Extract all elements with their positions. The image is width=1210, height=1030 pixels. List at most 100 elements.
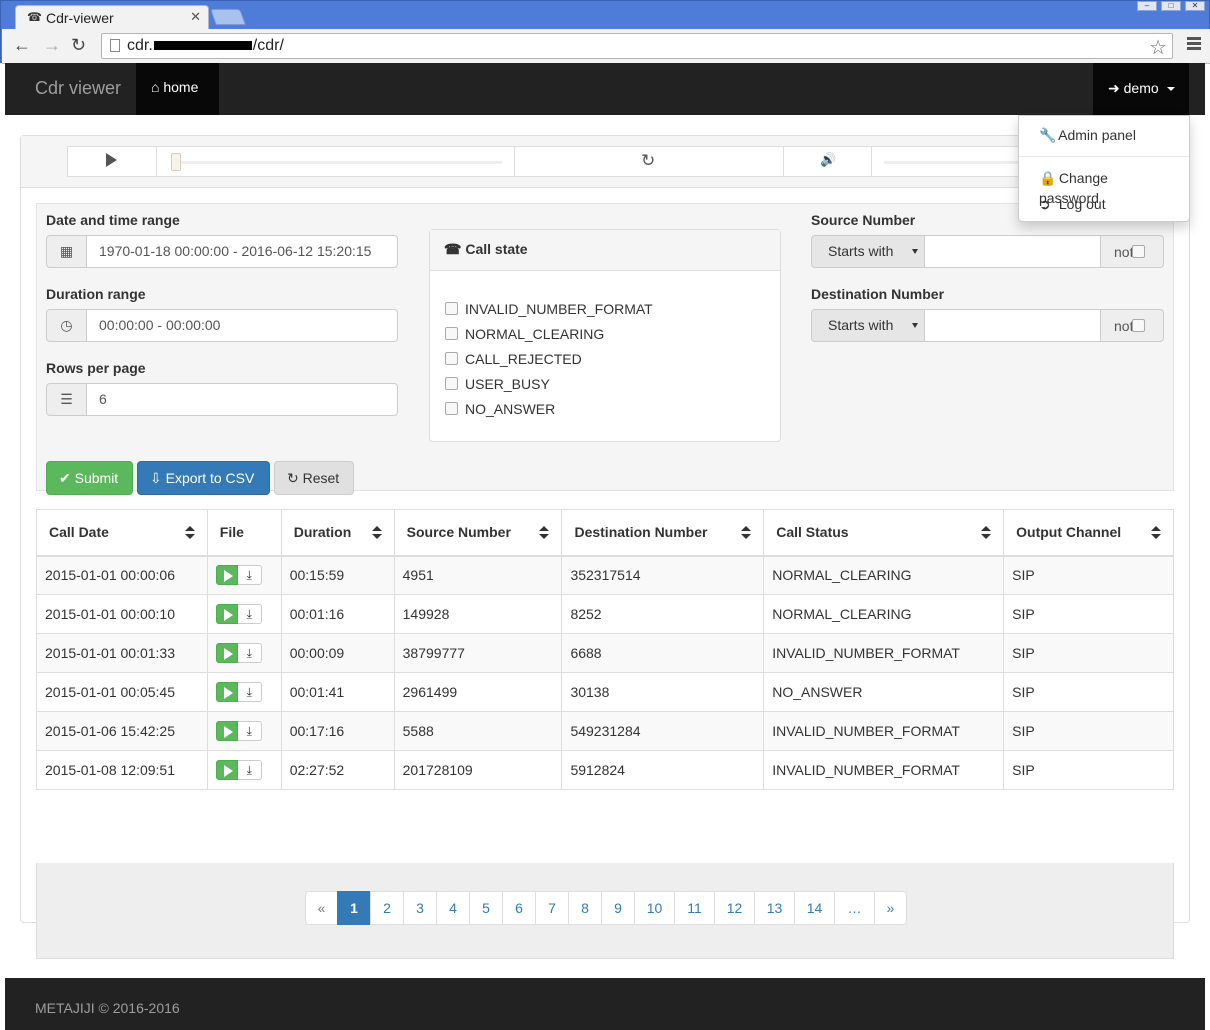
new-tab-button[interactable] xyxy=(210,9,246,25)
page-link[interactable]: 5 xyxy=(469,891,503,925)
minimize-icon[interactable]: – xyxy=(1137,1,1157,11)
loop-button[interactable]: ↻ xyxy=(514,146,784,177)
redacted-domain xyxy=(153,41,252,51)
export-icon: ⇩ xyxy=(150,470,162,486)
play-button[interactable] xyxy=(67,146,157,177)
sort-icon xyxy=(1151,526,1161,540)
user-menu-toggle[interactable]: ➜ demo xyxy=(1093,63,1189,115)
destination-not-toggle[interactable]: not xyxy=(1101,309,1164,342)
call-state-option[interactable]: USER_BUSY xyxy=(445,371,780,396)
call-state-option[interactable]: NORMAL_CLEARING xyxy=(445,321,780,346)
browser-tab[interactable]: ☎ Cdr-viewer ✕ xyxy=(15,5,209,29)
back-icon[interactable]: ← xyxy=(13,35,31,56)
col-output-channel[interactable]: Output Channel xyxy=(1003,509,1174,557)
page-link[interactable]: 9 xyxy=(601,891,635,925)
download-icon[interactable]: ⤓ xyxy=(237,604,262,624)
export-csv-button[interactable]: ⇩ Export to CSV xyxy=(137,461,270,495)
page-ellipsis[interactable]: … xyxy=(834,891,875,925)
destination-match-select[interactable]: Starts with xyxy=(811,309,925,342)
download-icon[interactable]: ⤓ xyxy=(237,643,262,663)
duration-range-input[interactable]: 00:00:00 - 00:00:00 xyxy=(87,309,398,342)
col-call-status[interactable]: Call Status xyxy=(763,509,1005,557)
bookmark-star-icon[interactable]: ☆ xyxy=(1149,35,1167,60)
download-icon[interactable]: ⤓ xyxy=(237,760,262,780)
source-number-input[interactable] xyxy=(925,235,1101,268)
play-recording-icon[interactable] xyxy=(215,760,238,780)
play-recording-icon[interactable] xyxy=(215,643,238,663)
nav-home[interactable]: ⌂ home xyxy=(136,63,219,115)
volume-icon: 🔊 xyxy=(820,152,837,167)
page-prev[interactable]: « xyxy=(305,891,338,925)
call-state-option[interactable]: NO_ANSWER xyxy=(445,396,780,421)
col-destination-number[interactable]: Destination Number xyxy=(561,509,765,557)
page-link[interactable]: 2 xyxy=(370,891,404,925)
page-link[interactable]: 3 xyxy=(403,891,437,925)
play-recording-icon[interactable] xyxy=(215,604,238,624)
calendar-icon: ▦ xyxy=(46,235,87,268)
seek-bar[interactable] xyxy=(156,146,515,177)
menu-item-log-out[interactable]: ➲ Log out xyxy=(1019,194,1189,216)
page-link[interactable]: 11 xyxy=(674,891,715,925)
submit-button[interactable]: ✔ Submit xyxy=(46,461,133,495)
nav-home-label: home xyxy=(163,79,199,95)
source-not-toggle[interactable]: not xyxy=(1101,235,1164,268)
page-link-active[interactable]: 1 xyxy=(337,891,371,925)
reset-button[interactable]: ↻ Reset xyxy=(274,461,354,495)
maximize-icon[interactable]: □ xyxy=(1161,1,1181,11)
brand[interactable]: Cdr viewer xyxy=(35,78,121,99)
cell-status: NO_ANSWER xyxy=(763,672,1005,712)
menu-item-change-password[interactable]: 🔒 Change password xyxy=(1019,168,1189,206)
play-recording-icon[interactable] xyxy=(215,565,238,586)
checkbox[interactable] xyxy=(445,302,458,315)
destination-not-checkbox[interactable] xyxy=(1132,319,1145,332)
cell-file: ⤓ xyxy=(206,594,282,634)
page-next[interactable]: » xyxy=(874,891,907,925)
reload-icon[interactable]: ↻ xyxy=(71,35,86,56)
col-call-date[interactable]: Call Date xyxy=(36,509,208,557)
seek-handle[interactable] xyxy=(171,153,181,171)
page-link[interactable]: 4 xyxy=(436,891,470,925)
cell-call-date: 2015-01-06 15:42:25 xyxy=(36,711,208,751)
browser-menu-icon[interactable] xyxy=(1187,37,1201,52)
download-icon[interactable]: ⤓ xyxy=(237,682,262,702)
page-link[interactable]: 8 xyxy=(568,891,602,925)
cell-file: ⤓ xyxy=(206,750,282,790)
source-match-select[interactable]: Starts with xyxy=(811,235,925,268)
page-link[interactable]: 12 xyxy=(714,891,755,925)
source-number-label: Source Number xyxy=(811,212,916,228)
call-state-option[interactable]: INVALID_NUMBER_FORMAT xyxy=(445,296,780,321)
checkbox[interactable] xyxy=(445,377,458,390)
col-duration[interactable]: Duration xyxy=(280,509,395,557)
play-recording-icon[interactable] xyxy=(215,682,238,702)
rows-per-page-input[interactable]: 6 xyxy=(87,383,398,416)
page-link[interactable]: 10 xyxy=(634,891,675,925)
forward-icon[interactable]: → xyxy=(43,35,61,56)
call-state-panel: ☎ Call state INVALID_NUMBER_FORMAT NORMA… xyxy=(429,229,781,442)
window-close-icon[interactable]: ✕ xyxy=(1185,1,1205,11)
checkbox[interactable] xyxy=(445,352,458,365)
page: Cdr viewer ⌂ home ➜ demo 🔧 Admin panel 🔒… xyxy=(5,63,1205,1030)
table-row: 2015-01-01 00:00:10 ⤓ 00:01:16 149928 82… xyxy=(36,594,1174,634)
page-link[interactable]: 13 xyxy=(754,891,795,925)
call-state-option[interactable]: CALL_REJECTED xyxy=(445,346,780,371)
volume-slider[interactable] xyxy=(871,146,1022,177)
seek-track xyxy=(171,161,502,164)
menu-divider xyxy=(1019,156,1189,157)
menu-item-admin-panel[interactable]: 🔧 Admin panel xyxy=(1019,125,1189,147)
close-tab-icon[interactable]: ✕ xyxy=(190,9,201,25)
download-icon[interactable]: ⤓ xyxy=(237,565,262,586)
mute-button[interactable]: 🔊 xyxy=(783,146,872,177)
browser-toolbar: ← → ↻ cdr./cdr/ ☆ xyxy=(2,29,1210,64)
page-link[interactable]: 6 xyxy=(502,891,536,925)
destination-number-input[interactable] xyxy=(925,309,1101,342)
date-range-input[interactable]: 1970-01-18 00:00:00 - 2016-06-12 15:20:1… xyxy=(87,235,398,268)
checkbox[interactable] xyxy=(445,327,458,340)
source-not-checkbox[interactable] xyxy=(1132,245,1145,258)
page-link[interactable]: 14 xyxy=(794,891,835,925)
play-recording-icon[interactable] xyxy=(215,721,238,741)
col-source-number[interactable]: Source Number xyxy=(393,509,563,557)
download-icon[interactable]: ⤓ xyxy=(237,721,262,741)
checkbox[interactable] xyxy=(445,402,458,415)
page-link[interactable]: 7 xyxy=(535,891,569,925)
address-bar[interactable]: cdr./cdr/ ☆ xyxy=(101,33,1173,59)
